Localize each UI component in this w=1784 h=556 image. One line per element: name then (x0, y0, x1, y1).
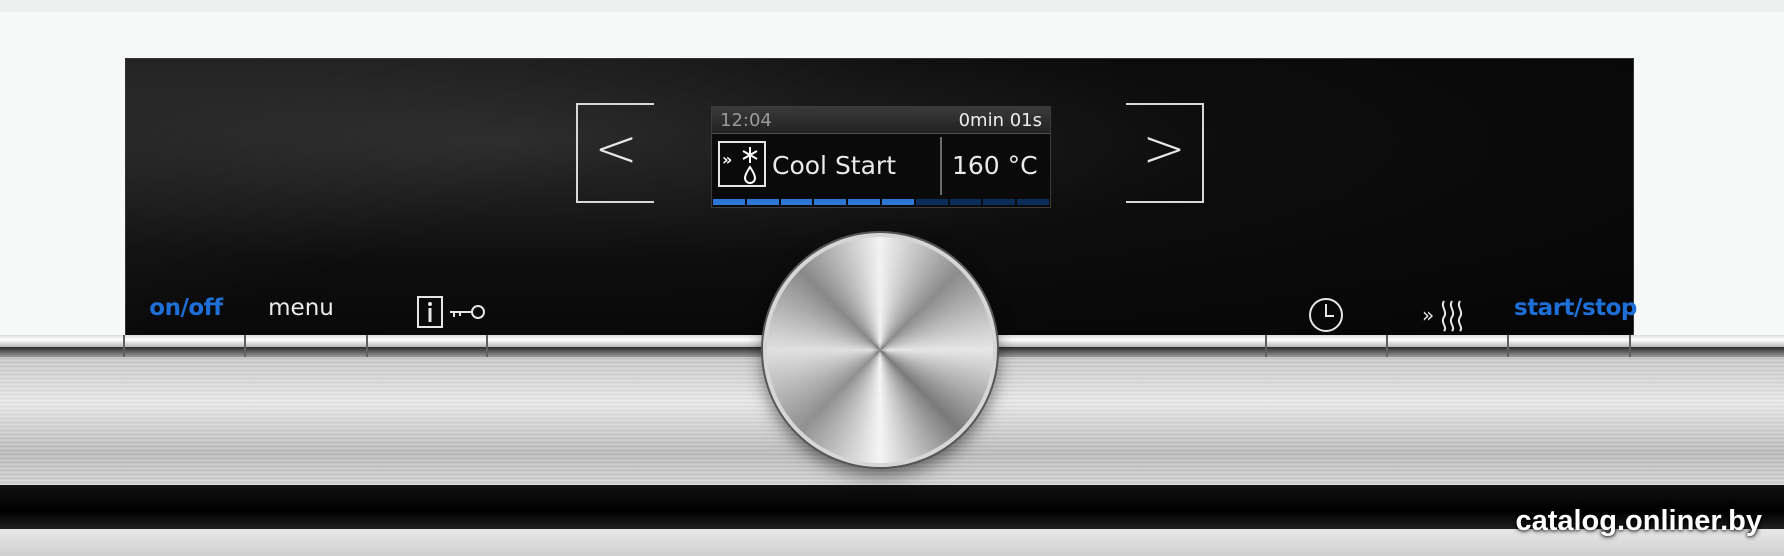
chevron-right-icon: > (1142, 119, 1186, 179)
svg-text:»: » (1422, 303, 1434, 327)
progress-segment (983, 199, 1016, 205)
tft-display: 12:04 0min 01s » Cool Start 160 °C (711, 106, 1051, 208)
display-status-bar: 12:04 0min 01s (712, 107, 1050, 134)
progress-segment (1017, 199, 1049, 205)
on-off-button[interactable]: on/off (146, 295, 226, 321)
progress-bar (712, 197, 1050, 207)
button-divider (366, 335, 368, 357)
progress-segment (949, 199, 982, 205)
clock-time: 12:04 (720, 110, 772, 131)
progress-segment (746, 199, 779, 205)
progress-segment (780, 199, 813, 205)
button-divider (123, 335, 125, 357)
prev-button[interactable]: < (576, 103, 654, 203)
info-key-lock-icon (417, 296, 485, 328)
progress-segment (814, 199, 847, 205)
timer-button[interactable] (1306, 295, 1346, 335)
cool-start-mode-icon: » (718, 141, 766, 187)
progress-segment (848, 199, 880, 205)
temperature-value[interactable]: 160 °C (952, 151, 1038, 180)
wall-top-strip (0, 0, 1784, 12)
svg-text:»: » (722, 150, 732, 169)
progress-segment (881, 199, 914, 205)
start-stop-button[interactable]: start/stop (1514, 295, 1637, 321)
info-lock-button[interactable] (416, 295, 490, 329)
remaining-time: 0min 01s (958, 110, 1042, 131)
display-divider (940, 137, 942, 195)
watermark: catalog.onliner.by (1515, 505, 1762, 537)
button-divider (244, 335, 246, 357)
chevron-left-icon: < (594, 119, 638, 179)
progress-segment (915, 199, 948, 205)
progress-segment (713, 199, 745, 205)
button-divider (486, 335, 488, 357)
clock-icon (1309, 298, 1343, 332)
button-divider (1629, 335, 1631, 357)
mode-label: Cool Start (772, 151, 897, 180)
button-divider (1507, 335, 1509, 357)
rapid-heat-button[interactable]: » (1422, 295, 1470, 335)
rapid-heat-icon: » (1422, 300, 1463, 332)
menu-button[interactable]: menu (261, 295, 341, 321)
button-divider (1386, 335, 1388, 357)
next-button[interactable]: > (1126, 103, 1204, 203)
button-divider (1265, 335, 1267, 357)
rotary-knob[interactable] (763, 233, 997, 467)
